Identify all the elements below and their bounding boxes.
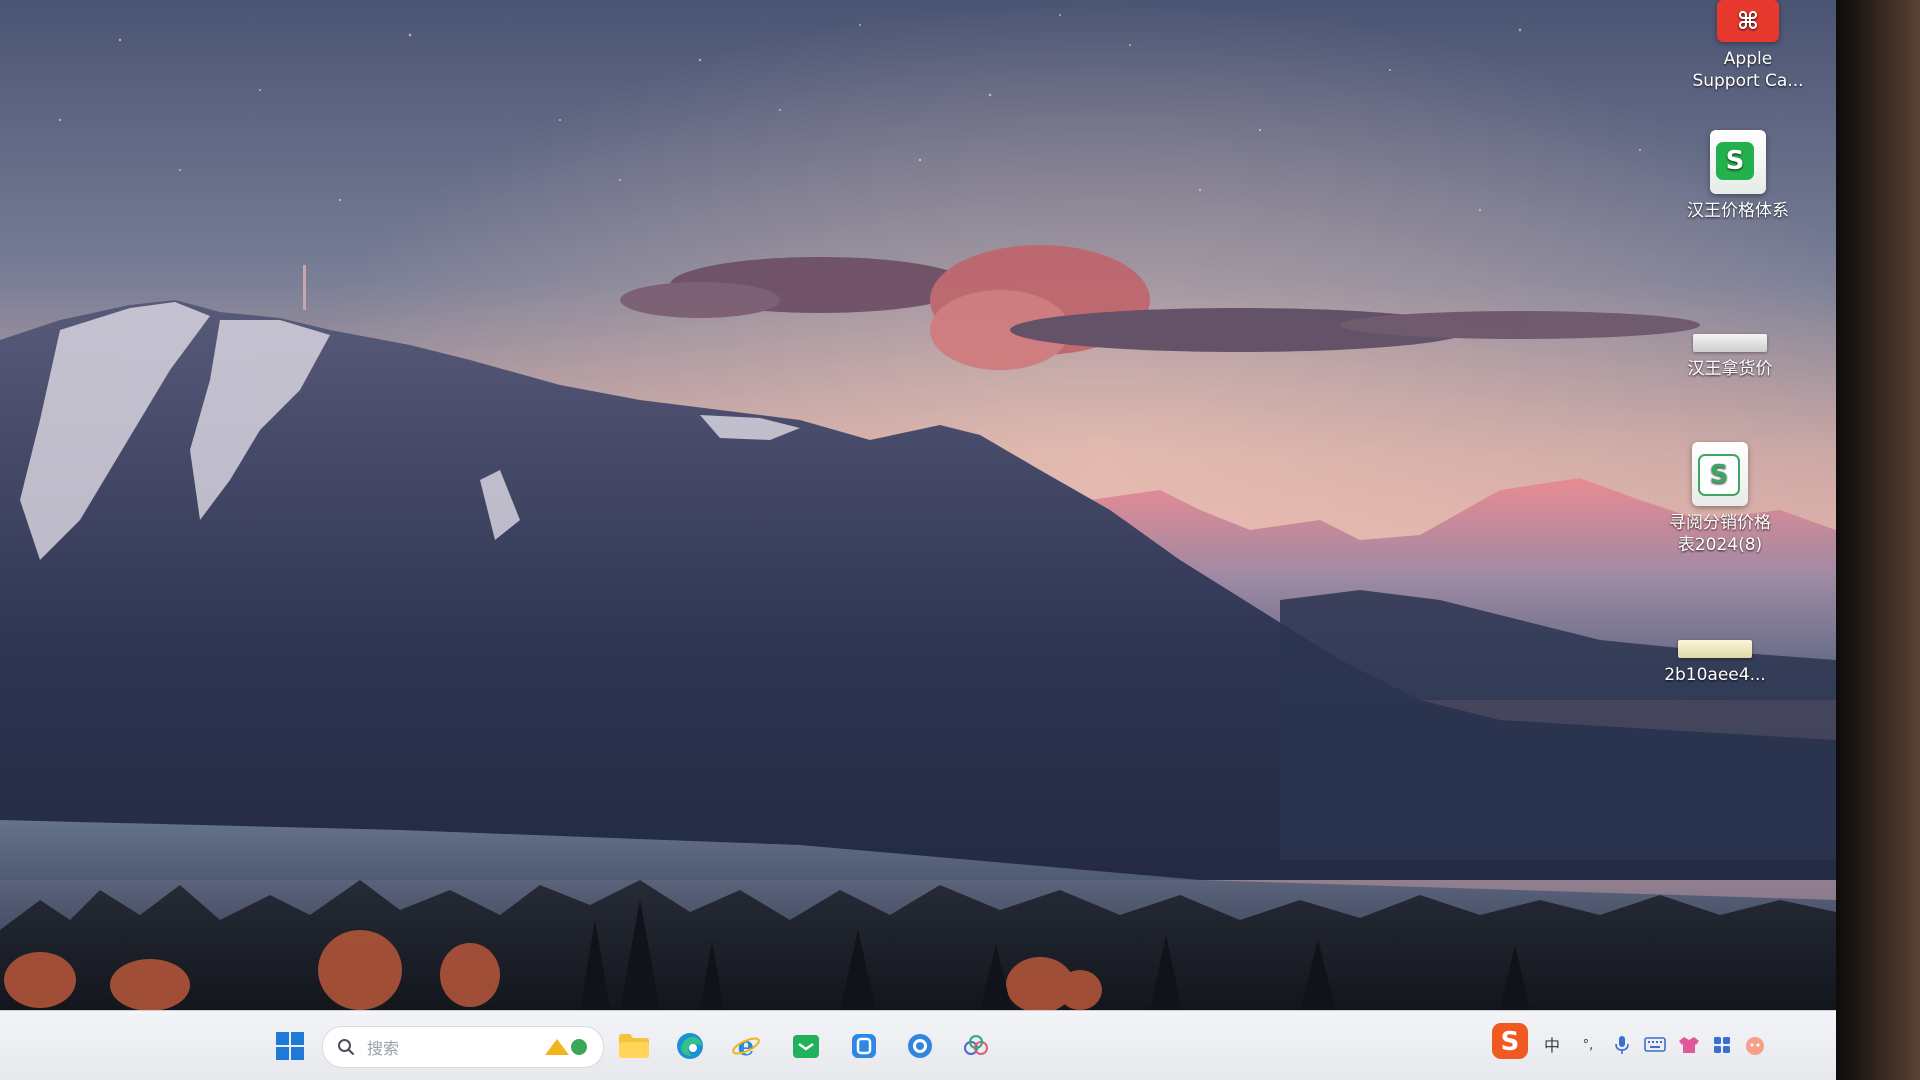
taskbar-edge-browser[interactable] [668,1024,712,1068]
start-button[interactable] [268,1024,312,1068]
svg-text:e: e [738,1032,755,1061]
mascot-icon [1746,1037,1764,1055]
tray-toolbox[interactable] [1712,1035,1732,1057]
green-app-icon [793,1035,819,1058]
blue-app-icon [852,1034,876,1058]
shirt-skin-icon [1679,1037,1699,1053]
wps-sheet-icon: S [1710,130,1766,194]
desktop-icon-label: Apple Support Ca... [1692,49,1804,91]
taskbar-store-app[interactable] [784,1024,828,1068]
chat-bubble-icon [908,1034,932,1058]
keyboard-icon [1644,1037,1666,1052]
tray-ime-language[interactable]: 中 [1542,1035,1562,1057]
taskbar: 搜索 e S 中 °, [0,1010,1836,1080]
svg-text:S: S [1501,1027,1520,1057]
microphone-icon [1615,1036,1629,1054]
desktop-wallpaper [0,0,1836,1010]
desktop-icon-hanwang-price-system[interactable]: S 汉王价格体系 [1673,130,1803,222]
folder-icon [619,1034,649,1058]
desktop-icon-label: 汉王拿货价 [1687,359,1773,379]
desktop-icon-distribution-price-table[interactable]: S 寻阅分销价格 表2024(8) [1655,442,1785,556]
desktop-icon-apple-support[interactable]: ⌘ Apple Support Ca... [1683,0,1813,92]
search-placeholder: 搜索 [367,1039,400,1058]
tray-skin[interactable] [1678,1035,1700,1057]
taskbar-ie-browser[interactable]: e [724,1024,768,1068]
tray-soft-keyboard[interactable] [1644,1035,1666,1057]
search-highlight-icon [545,1039,587,1055]
tray-voice-input[interactable] [1612,1035,1632,1057]
tray-ime-mascot[interactable] [1744,1035,1766,1057]
desktop-icon-label: 汉王价格体系 [1687,201,1789,221]
wps-sheet-icon: S [1692,442,1748,506]
monitor-bezel [1836,0,1920,1080]
image-thumbnail-icon [1678,640,1752,658]
taskbar-blue-app[interactable] [842,1024,886,1068]
sogou-ime-icon: S [1492,1023,1528,1059]
tray-sogou-ime[interactable]: S [1488,1019,1532,1063]
desktop-icon-label: 2b10aee4... [1664,665,1766,685]
edge-browser-icon [677,1033,703,1059]
tray-ime-punctuation[interactable]: °, [1578,1035,1598,1057]
taskbar-file-explorer[interactable] [612,1024,656,1068]
cloud-app-icon [964,1035,988,1055]
grid-toolbox-icon [1714,1037,1730,1053]
taskbar-cloud-app[interactable] [954,1024,998,1068]
taskbar-search-input[interactable]: 搜索 [322,1026,604,1068]
ie-browser-icon: e [732,1032,760,1061]
image-thumbnail-icon [1693,334,1767,352]
desktop-icon-2b10aee4[interactable]: 2b10aee4... [1650,640,1780,686]
desktop-icon-label: 寻阅分销价格 表2024(8) [1669,513,1771,555]
taskbar-chat-app[interactable] [898,1024,942,1068]
windows-logo-icon [276,1032,304,1060]
desktop-icon-hanwang-wholesale-price[interactable]: 汉王拿货价 [1665,334,1795,380]
search-icon [338,1039,354,1055]
monitor-screen: ⌘ Apple Support Ca... S 汉王价格体系 汉王拿货价 S 寻… [0,0,1836,1080]
app-red-icon: ⌘ [1717,0,1779,42]
